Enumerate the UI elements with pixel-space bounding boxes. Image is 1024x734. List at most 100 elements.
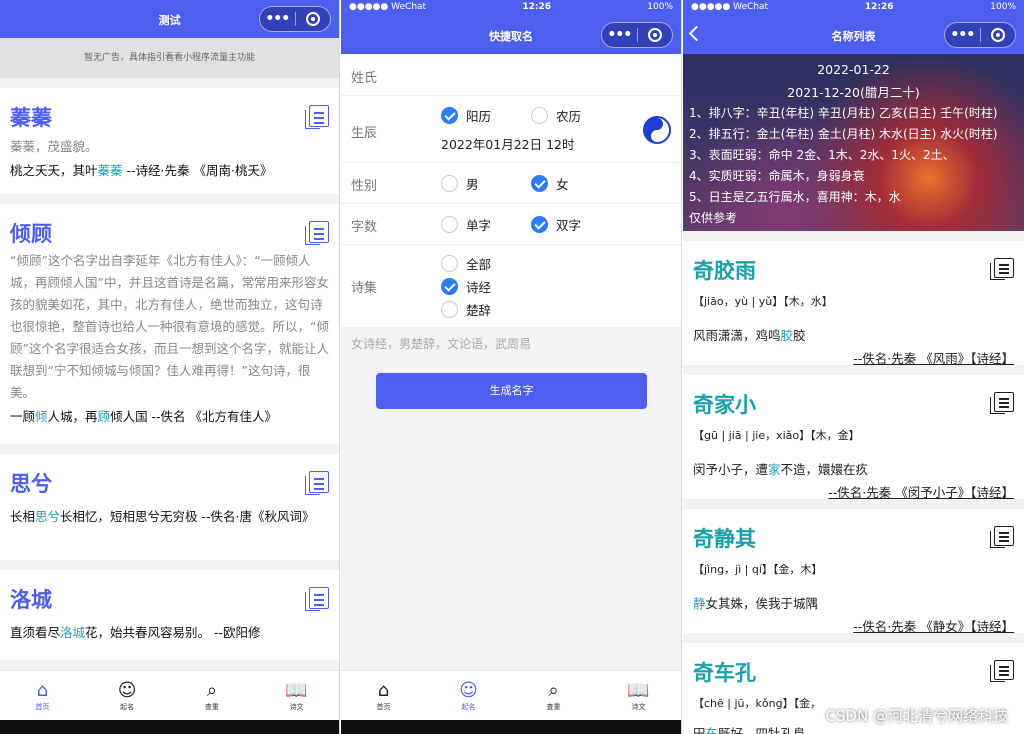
tab-label: 查重 bbox=[204, 702, 219, 711]
tab-label: 诗文 bbox=[631, 702, 646, 711]
close-icon[interactable] bbox=[637, 28, 672, 42]
tab-naming[interactable]: ☺ 起名 bbox=[85, 671, 170, 720]
option-label: 男 bbox=[466, 177, 479, 192]
name-title: 思兮 bbox=[10, 472, 52, 496]
male-radio[interactable]: 男 bbox=[441, 174, 479, 193]
poem-highlight: 家 bbox=[768, 462, 781, 477]
mini-program-capsule[interactable]: ••• bbox=[259, 6, 331, 32]
all-radio[interactable]: 全部 bbox=[441, 254, 491, 273]
birth-datetime-value: 2022年01月22日 12时 bbox=[441, 137, 575, 152]
tab-naming[interactable]: ☺ 起名 bbox=[426, 671, 511, 720]
close-icon[interactable] bbox=[980, 28, 1015, 42]
poem-text: 闵予小子，遭 bbox=[693, 462, 769, 477]
clock: 12:26 bbox=[864, 2, 894, 12]
copy-icon[interactable] bbox=[305, 221, 329, 245]
poem-text: 胶 bbox=[793, 328, 806, 343]
poem-highlight: 蓁蓁 bbox=[97, 163, 123, 178]
poem-line: 风雨潇潇，鸡鸣胶胶 bbox=[693, 325, 1014, 344]
double-char-radio[interactable]: 双字 bbox=[531, 215, 581, 234]
poem-text: 长相 bbox=[10, 509, 36, 524]
unchecked-icon bbox=[441, 255, 458, 272]
tab-home[interactable]: ⌂ 首页 bbox=[0, 671, 85, 720]
poem-text: 直须看尽 bbox=[10, 625, 61, 640]
mini-program-capsule[interactable]: ••• bbox=[601, 22, 673, 48]
name-result-card: 奇家小 【gū | jiā | jie，xiǎo】【木，金】 闵予小子，遭家不造… bbox=[683, 375, 1024, 500]
tab-check[interactable]: ⌕ 查重 bbox=[170, 671, 255, 720]
generate-button[interactable]: 生成名字 bbox=[376, 373, 647, 409]
close-icon[interactable] bbox=[295, 12, 330, 26]
single-char-radio[interactable]: 单字 bbox=[441, 215, 491, 234]
option-label: 全部 bbox=[466, 257, 492, 272]
poem-text: 人城，再 bbox=[47, 409, 98, 424]
name-title: 洛城 bbox=[10, 588, 52, 612]
status-bar: ●●●●● WeChat 12:26 100% bbox=[341, 0, 681, 14]
birth-datetime[interactable]: 2022年01月22日 12时 bbox=[441, 134, 575, 153]
copy-icon[interactable] bbox=[990, 392, 1014, 414]
poem-source: 花，始共春风容易别。 --欧阳修 bbox=[85, 625, 261, 640]
app-screenshots: 测试 ••• 暂无广告，具体指引看看小程序流量主功能 蓁蓁 蓁蓁，茂盛貌。 桃之… bbox=[0, 0, 1024, 734]
more-icon[interactable]: ••• bbox=[945, 27, 980, 43]
name-title: 奇家小 bbox=[693, 393, 756, 417]
copy-icon[interactable] bbox=[990, 526, 1014, 548]
yinyang-icon[interactable] bbox=[643, 116, 671, 144]
home-icon: ⌂ bbox=[377, 679, 390, 701]
bottom-edge bbox=[0, 720, 339, 734]
tab-poetry[interactable]: 📖 诗文 bbox=[596, 671, 681, 720]
poem-source: --佚名·先秦 《风雨》【诗经】 bbox=[853, 351, 1014, 366]
nav-bar: ●●●●● WeChat 12:26 100% 快捷取名 ••• bbox=[341, 0, 681, 54]
copy-icon[interactable] bbox=[305, 471, 329, 495]
copy-icon[interactable] bbox=[990, 660, 1014, 682]
name-card: 倾顾 “倾顾”这个名字出自李延年《北方有佳人》：“一顾倾人城，再顾倾人国”中，并… bbox=[0, 204, 339, 444]
lunar-radio[interactable]: 农历 bbox=[531, 106, 581, 125]
poem-text: 既好，四牡孔阜 bbox=[718, 726, 806, 734]
gender-label: 性别 bbox=[351, 179, 378, 194]
option-label: 单字 bbox=[466, 218, 492, 233]
poem-source: --佚名·先秦 《静女》【诗经】 bbox=[853, 619, 1014, 634]
char-count-label: 字数 bbox=[351, 220, 378, 235]
option-label: 双字 bbox=[556, 218, 582, 233]
battery: 100% bbox=[990, 2, 1016, 12]
name-card: 蓁蓁 蓁蓁，茂盛貌。 桃之夭夭，其叶蓁蓁 --诗经·先秦 《周南·桃夭》 bbox=[0, 88, 339, 194]
poem-line: 一顾倾人城，再顾倾人国 --佚名 《北方有佳人》 bbox=[10, 406, 329, 428]
poem-line: 长相思兮长相忆，短相思兮无穷极 --佚名·唐《秋风词》 bbox=[10, 506, 329, 528]
naming-hint: 女诗经，男楚辞，文论语，武周易 bbox=[351, 337, 532, 351]
name-title: 蓁蓁 bbox=[10, 106, 52, 130]
solar-radio[interactable]: 阳历 bbox=[441, 106, 491, 125]
shijing-radio[interactable]: 诗经 bbox=[441, 277, 491, 296]
female-radio[interactable]: 女 bbox=[531, 174, 569, 193]
copy-icon[interactable] bbox=[990, 258, 1014, 280]
search-icon: ⌕ bbox=[548, 679, 559, 701]
tab-poetry[interactable]: 📖 诗文 bbox=[254, 671, 339, 720]
clock: 12:26 bbox=[522, 2, 551, 12]
surname-row[interactable]: 姓氏 bbox=[341, 54, 681, 96]
tab-home[interactable]: ⌂ 首页 bbox=[341, 671, 426, 720]
name-card: 思兮 长相思兮长相忆，短相思兮无穷极 --佚名·唐《秋风词》 bbox=[0, 454, 339, 560]
bazi-line: 1、排八字：辛丑(年柱) 辛丑(月柱) 乙亥(日主) 壬午(时柱) bbox=[689, 106, 998, 120]
mini-program-capsule[interactable]: ••• bbox=[944, 22, 1016, 48]
tab-check[interactable]: ⌕ 查重 bbox=[511, 671, 596, 720]
solar-date: 2022-01-22 bbox=[817, 62, 890, 77]
chuci-radio[interactable]: 楚辞 bbox=[441, 300, 491, 319]
copy-icon[interactable] bbox=[305, 105, 329, 129]
poem-text: 一顾 bbox=[10, 409, 36, 424]
search-icon: ⌕ bbox=[206, 679, 217, 701]
unchecked-icon bbox=[441, 301, 458, 318]
more-icon[interactable]: ••• bbox=[260, 11, 295, 27]
poem-line: 闵予小子，遭家不造，嬛嬛在疚 bbox=[693, 459, 1014, 478]
copy-icon[interactable] bbox=[305, 587, 329, 611]
poem-highlight: 思兮 bbox=[35, 509, 61, 524]
poem-highlight: 洛城 bbox=[60, 625, 86, 640]
option-label: 楚辞 bbox=[466, 303, 492, 318]
more-icon[interactable]: ••• bbox=[602, 27, 637, 43]
poem-text: 不造，嬛嬛在疚 bbox=[780, 462, 869, 477]
gender-row: 性别 男 女 bbox=[341, 163, 681, 204]
poem-highlight: 倾 bbox=[35, 409, 48, 424]
name-title: 奇胶雨 bbox=[693, 259, 756, 283]
poem-text: 风雨潇潇，鸡鸣 bbox=[693, 328, 781, 343]
tab-bar: ⌂ 首页 ☺ 起名 ⌕ 查重 📖 诗文 bbox=[341, 670, 681, 720]
tab-label: 查重 bbox=[546, 702, 561, 711]
quick-naming-screen: ●●●●● WeChat 12:26 100% 快捷取名 ••• 姓氏 生辰 阳… bbox=[341, 0, 682, 734]
poem-source: 长相忆，短相思兮无穷极 --佚名·唐《秋风词》 bbox=[60, 509, 315, 524]
checked-icon bbox=[531, 175, 548, 192]
tab-label: 起名 bbox=[120, 702, 135, 711]
